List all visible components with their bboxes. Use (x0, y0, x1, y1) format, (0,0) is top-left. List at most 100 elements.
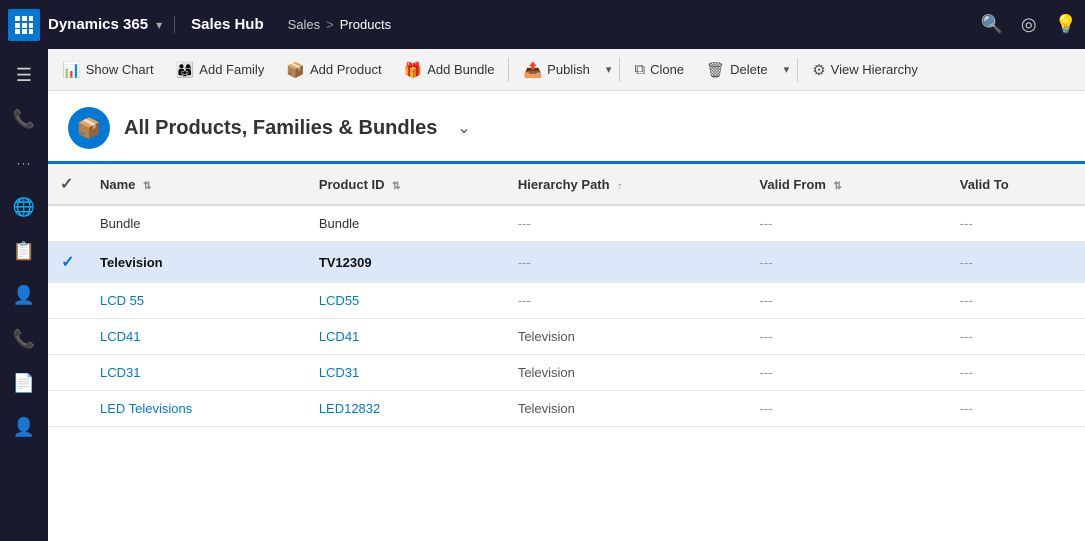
settings-icon[interactable]: 💡 (1055, 14, 1077, 35)
page-header: 📦 All Products, Families & Bundles ⌄ (48, 91, 1085, 164)
sidebar-profile-btn[interactable]: 👤 (4, 407, 44, 447)
breadcrumb-products: Products (340, 17, 391, 32)
products-table: ✓ Name ⇅ Product ID ⇅ Hierarchy Path ↑ V (48, 164, 1085, 427)
table-row[interactable]: LCD 55LCD55--------- (48, 283, 1085, 319)
row-name[interactable]: LCD 55 (88, 283, 307, 319)
delete-label: Delete (730, 62, 768, 77)
search-icon[interactable]: 🔍 (980, 14, 1002, 35)
sidebar-tasks-btn[interactable]: 📋 (4, 231, 44, 271)
target-icon[interactable]: ◎ (1021, 14, 1037, 35)
add-product-button[interactable]: 📦 Add Product (276, 56, 391, 84)
command-bar: 📊 Show Chart 👨‍👩‍👧 Add Family 📦 Add Prod… (48, 49, 1085, 91)
row-valid-from: --- (747, 242, 947, 283)
table-row[interactable]: LCD41LCD41Television------ (48, 319, 1085, 355)
row-checkbox[interactable]: ✓ (48, 242, 88, 283)
select-all-checkbox[interactable]: ✓ (60, 176, 73, 193)
table-body: BundleBundle---------✓TelevisionTV12309-… (48, 205, 1085, 427)
table-row[interactable]: LCD31LCD31Television------ (48, 355, 1085, 391)
dynamics-title: Dynamics 365 (48, 16, 156, 33)
dynamics-chevron[interactable]: ▾ (156, 18, 162, 32)
row-hierarchy-path: --- (506, 283, 748, 319)
toolbar-sep-2 (619, 58, 620, 82)
sidebar-phone-btn[interactable]: 📞 (4, 99, 44, 139)
col-header-name[interactable]: Name ⇅ (88, 164, 307, 205)
add-family-icon: 👨‍👩‍👧 (176, 61, 195, 79)
row-name[interactable]: LCD31 (88, 355, 307, 391)
sidebar-contact-btn[interactable]: 👤 (4, 275, 44, 315)
row-hierarchy-path: Television (506, 355, 748, 391)
row-name[interactable]: LED Televisions (88, 391, 307, 427)
col-header-valid-from[interactable]: Valid From ⇅ (747, 164, 947, 205)
row-name[interactable]: LCD41 (88, 319, 307, 355)
add-product-icon: 📦 (286, 61, 305, 79)
row-valid-to: --- (948, 391, 1085, 427)
row-checkbox[interactable] (48, 391, 88, 427)
row-hierarchy-path: Television (506, 391, 748, 427)
table-row[interactable]: ✓TelevisionTV12309--------- (48, 242, 1085, 283)
delete-icon: 🗑 (706, 61, 725, 79)
pid-sort-icon: ⇅ (392, 181, 400, 192)
row-hierarchy-path: Television (506, 319, 748, 355)
publish-dropdown-btn[interactable]: ▾ (602, 58, 616, 81)
show-chart-icon: 📊 (62, 61, 81, 79)
row-product-id[interactable]: TV12309 (307, 242, 506, 283)
view-hierarchy-button[interactable]: ⚙ View Hierarchy (802, 56, 928, 84)
clone-icon: ⧉ (634, 61, 645, 78)
table-row[interactable]: BundleBundle--------- (48, 205, 1085, 242)
view-hierarchy-label: View Hierarchy (831, 62, 918, 77)
page-title-chevron[interactable]: ⌄ (457, 118, 470, 138)
delete-dropdown-btn[interactable]: ▾ (780, 58, 794, 81)
sidebar-more-btn[interactable]: ··· (4, 143, 44, 183)
col-header-product-id[interactable]: Product ID ⇅ (307, 164, 506, 205)
row-valid-from: --- (747, 205, 947, 242)
show-chart-button[interactable]: 📊 Show Chart (52, 56, 164, 84)
row-valid-to: --- (948, 242, 1085, 283)
row-product-id[interactable]: LCD31 (307, 355, 506, 391)
row-name[interactable]: Television (88, 242, 307, 283)
breadcrumb: Sales > Products (288, 17, 981, 32)
sidebar-menu-btn[interactable]: ☰ (4, 55, 44, 95)
row-hierarchy-path: --- (506, 242, 748, 283)
add-bundle-label: Add Bundle (427, 62, 494, 77)
show-chart-label: Show Chart (86, 62, 154, 77)
row-name[interactable]: Bundle (88, 205, 307, 242)
row-valid-from: --- (747, 319, 947, 355)
hp-sort-icon: ↑ (617, 181, 622, 192)
row-valid-from: --- (747, 283, 947, 319)
row-product-id[interactable]: LED12832 (307, 391, 506, 427)
row-valid-to: --- (948, 355, 1085, 391)
row-product-id[interactable]: LCD41 (307, 319, 506, 355)
row-checkbox[interactable] (48, 283, 88, 319)
table-row[interactable]: LED TelevisionsLED12832Television------ (48, 391, 1085, 427)
row-checkbox[interactable] (48, 205, 88, 242)
row-checkbox[interactable] (48, 355, 88, 391)
col-header-valid-to[interactable]: Valid To (948, 164, 1085, 205)
sidebar-calls-btn[interactable]: 📞 (4, 319, 44, 359)
toolbar-sep-1 (508, 58, 509, 82)
clone-button[interactable]: ⧉ Clone (624, 56, 694, 83)
delete-button[interactable]: 🗑 Delete (696, 56, 778, 84)
sales-hub-title: Sales Hub (174, 16, 288, 33)
name-sort-icon: ⇅ (143, 181, 151, 192)
row-checkbox[interactable] (48, 319, 88, 355)
toolbar-sep-3 (797, 58, 798, 82)
breadcrumb-sep: > (326, 17, 334, 32)
publish-icon: 📤 (523, 61, 542, 79)
row-hierarchy-path: --- (506, 205, 748, 242)
row-product-id[interactable]: LCD55 (307, 283, 506, 319)
sidebar-docs-btn[interactable]: 📄 (4, 363, 44, 403)
add-bundle-button[interactable]: 🎁 Add Bundle (394, 56, 505, 84)
products-table-container: ✓ Name ⇅ Product ID ⇅ Hierarchy Path ↑ V (48, 164, 1085, 541)
sidebar-globe-btn[interactable]: 🌐 (4, 187, 44, 227)
breadcrumb-sales[interactable]: Sales (288, 17, 321, 32)
select-all-header[interactable]: ✓ (48, 164, 88, 205)
table-header-row: ✓ Name ⇅ Product ID ⇅ Hierarchy Path ↑ V (48, 164, 1085, 205)
publish-button[interactable]: 📤 Publish (513, 56, 599, 84)
clone-label: Clone (650, 62, 684, 77)
add-family-label: Add Family (199, 62, 264, 77)
col-header-hierarchy-path[interactable]: Hierarchy Path ↑ (506, 164, 748, 205)
app-grid-icon[interactable] (8, 9, 40, 41)
row-product-id[interactable]: Bundle (307, 205, 506, 242)
add-family-button[interactable]: 👨‍👩‍👧 Add Family (166, 56, 275, 84)
left-sidebar: ☰ 📞 ··· 🌐 📋 👤 📞 📄 👤 (0, 49, 48, 541)
